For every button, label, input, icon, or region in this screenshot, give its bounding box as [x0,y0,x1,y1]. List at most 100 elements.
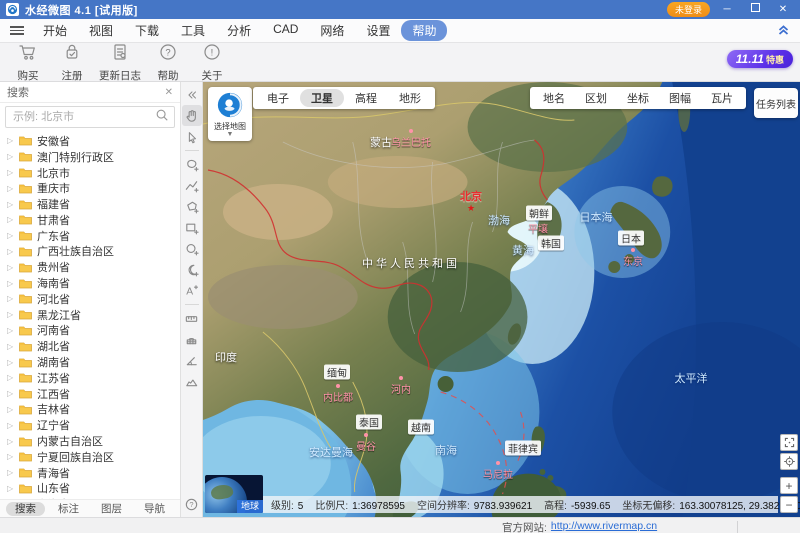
menu-item-下载[interactable]: 下载 [124,20,170,41]
zoom-in-button[interactable]: + [780,477,798,494]
ribbon-collapse-icon[interactable] [777,23,790,41]
tree-expand-arrow-icon[interactable]: ▷ [7,231,14,240]
tree-expand-arrow-icon[interactable]: ▷ [7,184,14,193]
tree-expand-arrow-icon[interactable]: ▷ [7,294,14,303]
ribbon-button-注册[interactable]: 注册 [50,42,94,83]
tree-expand-arrow-icon[interactable]: ▷ [7,247,14,256]
menu-item-CAD[interactable]: CAD [262,20,309,41]
task-list-button[interactable]: 任务列表 [754,88,798,118]
login-status-badge[interactable]: 未登录 [667,2,710,17]
draw-circle-icon[interactable] [182,238,202,259]
menu-item-开始[interactable]: 开始 [32,20,78,41]
overlay-toggle-坐标[interactable]: 坐标 [617,89,659,107]
close-button[interactable]: ✕ [772,0,794,19]
overlay-toggle-区划[interactable]: 区划 [575,89,617,107]
menu-item-工具[interactable]: 工具 [170,20,216,41]
ribbon-button-帮助[interactable]: ?帮助 [146,42,190,83]
tree-expand-arrow-icon[interactable]: ▷ [7,358,14,367]
fullscreen-icon[interactable] [780,434,798,451]
overlay-toggle-地名[interactable]: 地名 [533,89,575,107]
tree-item-province[interactable]: ▷辽宁省 [0,417,180,433]
zoom-out-button[interactable]: − [780,496,798,513]
tree-expand-arrow-icon[interactable]: ▷ [7,484,14,493]
overlay-toggle-瓦片[interactable]: 瓦片 [701,89,743,107]
sidebar-tab-导航[interactable]: 导航 [135,502,174,516]
tree-item-province[interactable]: ▷宁夏回族自治区 [0,449,180,465]
add-text-icon[interactable]: A [182,280,202,301]
tree-expand-arrow-icon[interactable]: ▷ [7,152,14,161]
tree-expand-arrow-icon[interactable]: ▷ [7,168,14,177]
ribbon-button-更新日志[interactable]: 更新日志 [94,42,146,83]
tree-expand-arrow-icon[interactable]: ▷ [7,405,14,414]
tree-expand-arrow-icon[interactable]: ▷ [7,373,14,382]
tree-item-province[interactable]: ▷河南省 [0,323,180,339]
menu-item-分析[interactable]: 分析 [216,20,262,41]
tree-item-province[interactable]: ▷河北省 [0,291,180,307]
measure-distance-icon[interactable] [182,308,202,329]
base-tab-高程[interactable]: 高程 [344,89,388,107]
overlay-toggle-图幅[interactable]: 图幅 [659,89,701,107]
panel-close-icon[interactable]: ✕ [165,87,173,98]
tree-expand-arrow-icon[interactable]: ▷ [7,342,14,351]
sidebar-tab-图层[interactable]: 图层 [92,502,131,516]
draw-polygon-icon[interactable] [182,196,202,217]
help-icon[interactable]: ? [182,494,202,515]
hamburger-icon[interactable] [10,26,24,35]
measure-angle-icon[interactable] [182,350,202,371]
tree-item-province[interactable]: ▷吉林省 [0,402,180,418]
sidebar-tab-标注[interactable]: 标注 [49,502,88,516]
tree-item-province[interactable]: ▷北京市 [0,165,180,181]
tree-expand-arrow-icon[interactable]: ▷ [7,389,14,398]
elevation-profile-icon[interactable] [182,371,202,392]
tree-item-province[interactable]: ▷黑龙江省 [0,307,180,323]
select-cursor-icon[interactable] [182,126,202,147]
tree-expand-arrow-icon[interactable]: ▷ [7,437,14,446]
locate-icon[interactable] [780,453,798,470]
tree-expand-arrow-icon[interactable]: ▷ [7,263,14,272]
tree-item-province[interactable]: ▷湖北省 [0,338,180,354]
menu-item-网络[interactable]: 网络 [309,20,355,41]
base-tab-卫星[interactable]: 卫星 [300,89,344,107]
tree-item-province[interactable]: ▷湖南省 [0,354,180,370]
tree-item-province[interactable]: ▷重庆市 [0,180,180,196]
tree-item-province[interactable]: ▷贵州省 [0,259,180,275]
ribbon-button-购买[interactable]: 购买 [6,42,50,83]
tree-item-province[interactable]: ▷福建省 [0,196,180,212]
tree-item-province[interactable]: ▷广东省 [0,228,180,244]
search-input[interactable] [11,110,155,124]
sidebar-tab-搜索[interactable]: 搜索 [6,502,45,516]
promo-badge[interactable]: 11.11 特惠 [727,50,793,68]
ribbon-button-关于[interactable]: !关于 [190,42,234,83]
minimize-button[interactable]: ─ [716,0,738,19]
tree-expand-arrow-icon[interactable]: ▷ [7,200,14,209]
tree-expand-arrow-icon[interactable]: ▷ [7,421,14,430]
tree-expand-arrow-icon[interactable]: ▷ [7,215,14,224]
draw-rectangle-icon[interactable] [182,217,202,238]
collapse-left-icon[interactable] [182,84,202,105]
tree-expand-arrow-icon[interactable]: ▷ [7,310,14,319]
draw-polyline-icon[interactable] [182,175,202,196]
menu-item-视图[interactable]: 视图 [78,20,124,41]
tree-item-province[interactable]: ▷内蒙古自治区 [0,433,180,449]
tree-expand-arrow-icon[interactable]: ▷ [7,136,14,145]
maximize-button[interactable] [744,0,766,19]
tree-expand-arrow-icon[interactable]: ▷ [7,279,14,288]
tree-expand-arrow-icon[interactable]: ▷ [7,326,14,335]
menu-item-帮助[interactable]: 帮助 [401,20,447,41]
tree-item-province[interactable]: ▷广西壮族自治区 [0,244,180,260]
draw-freehand-icon[interactable] [182,154,202,175]
base-tab-地形[interactable]: 地形 [388,89,432,107]
tree-expand-arrow-icon[interactable]: ▷ [7,468,14,477]
map-source-button[interactable]: 选择地图 ▼ [208,87,252,141]
draw-arc-icon[interactable] [182,259,202,280]
tree-item-province[interactable]: ▷澳门特别行政区 [0,149,180,165]
pan-hand-icon[interactable] [182,105,202,126]
satellite-map-canvas[interactable] [203,82,800,517]
tree-item-province[interactable]: ▷青海省 [0,465,180,481]
globe-thumbnail[interactable]: 地球 [205,475,263,513]
base-tab-电子[interactable]: 电子 [256,89,300,107]
tree-item-province[interactable]: ▷江苏省 [0,370,180,386]
menu-item-设置[interactable]: 设置 [355,20,401,41]
measure-area-icon[interactable] [182,329,202,350]
search-icon[interactable] [155,108,169,127]
